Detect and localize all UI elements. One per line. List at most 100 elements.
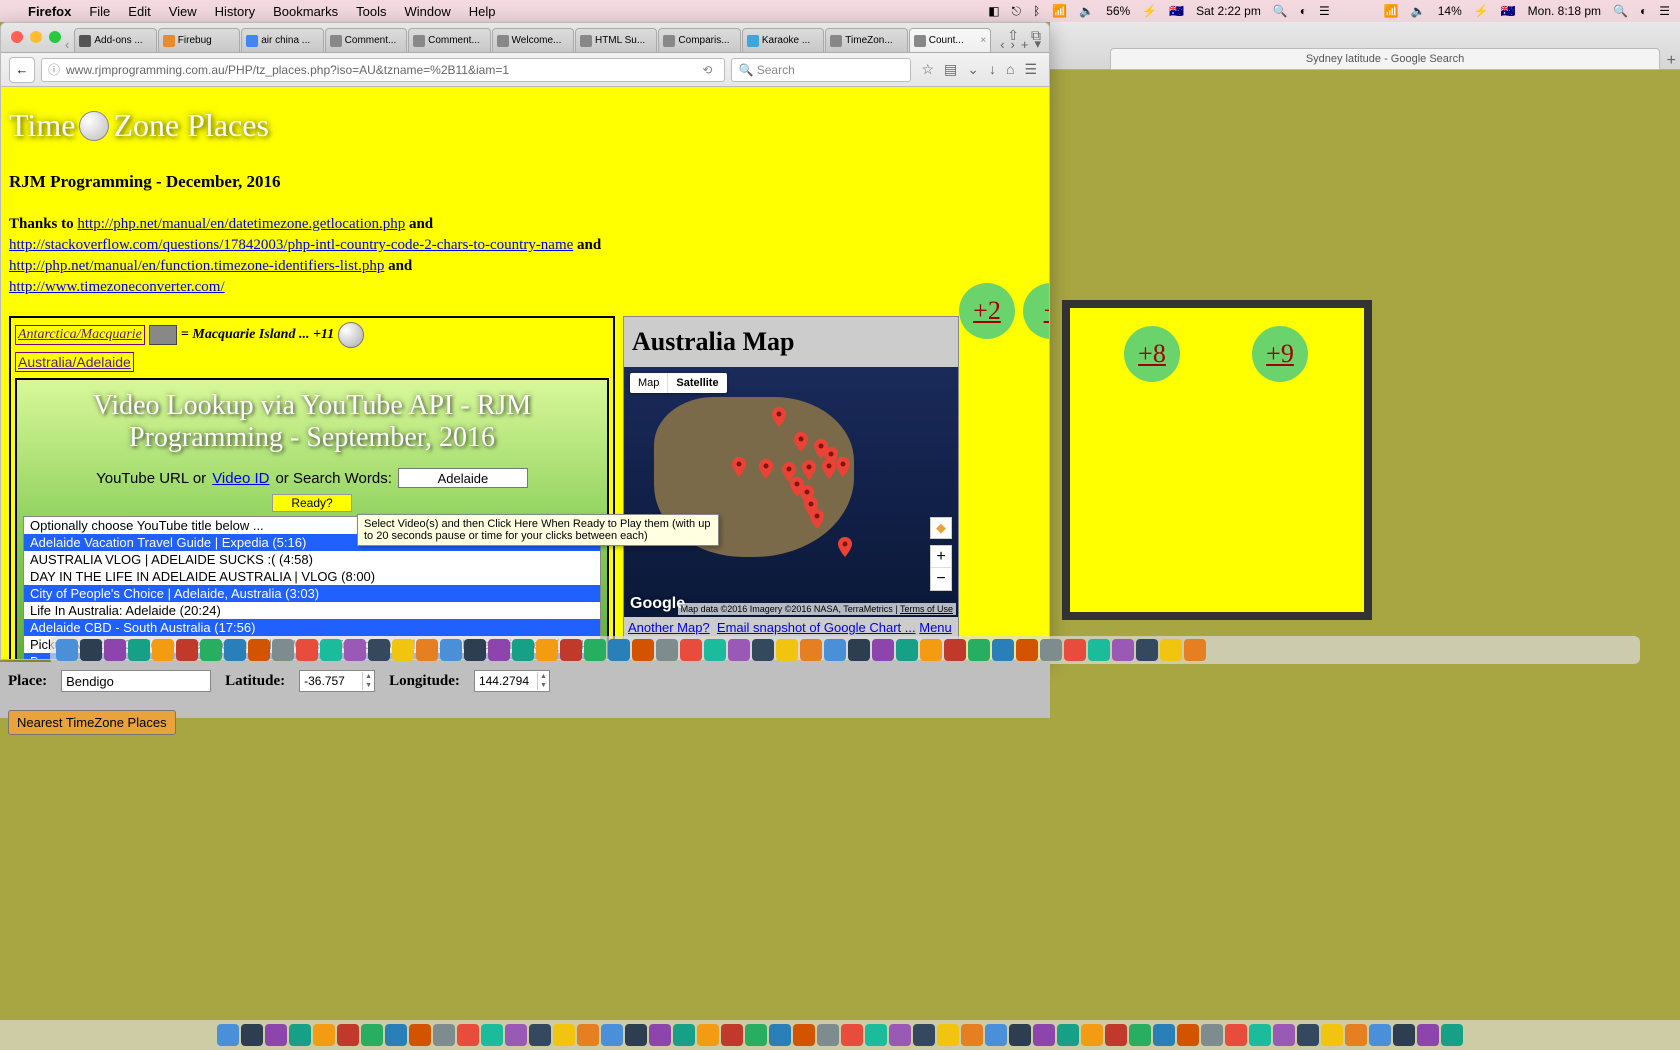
dock-app-icon[interactable] [241,1024,263,1046]
dock-app-icon[interactable] [560,639,582,661]
dock-app-icon[interactable] [1088,639,1110,661]
dock-app-icon[interactable] [937,1024,959,1046]
tz-bubble-plus8[interactable]: +8 [1124,326,1180,382]
dock-app-icon[interactable] [512,639,534,661]
credit-link-3[interactable]: http://php.net/manual/en/function.timezo… [9,258,384,274]
dock-app-icon[interactable] [1160,639,1182,661]
video-search-input[interactable] [398,468,528,488]
dock-app-icon[interactable] [632,639,654,661]
map-pin-icon[interactable] [732,457,746,477]
dock-app-icon[interactable] [800,639,822,661]
browser-tab[interactable]: Comment... [325,28,407,52]
video-list-item[interactable]: DAY IN THE LIFE IN ADELAIDE AUSTRALIA | … [24,568,600,585]
dock-app-icon[interactable] [697,1024,719,1046]
back-button[interactable]: ← [9,57,35,83]
map-view[interactable]: Map Satellite ◆ + − Google Map data ©201… [624,367,958,617]
notif-icon[interactable]: ☰ [1659,4,1670,18]
dock-app-icon[interactable] [320,639,342,661]
macquarie-link[interactable]: Antarctica/Macquarie [15,325,145,345]
map-pin-icon[interactable] [759,459,773,479]
dock-app-icon[interactable] [481,1024,503,1046]
dock-app-icon[interactable] [601,1024,623,1046]
map-terms-link[interactable]: Terms of Use [900,604,953,614]
dock-app-icon[interactable] [1016,639,1038,661]
download-icon[interactable]: ↓ [989,61,996,78]
dock-app-icon[interactable] [1112,639,1134,661]
spotlight-icon[interactable]: 🔍 [1613,4,1628,18]
menubar-app[interactable]: Firefox [28,4,71,19]
menu-window[interactable]: Window [405,4,451,19]
dock-app-icon[interactable] [824,639,846,661]
video-list-item[interactable]: Adelaide CBD - South Australia (17:56) [24,619,600,636]
chrome-tab[interactable]: Sydney latitude - Google Search [1110,48,1660,70]
credit-link-1[interactable]: http://php.net/manual/en/datetimezone.ge… [77,216,405,232]
dock-app-icon[interactable] [769,1024,791,1046]
browser-tab[interactable]: Add-ons ... [74,28,156,52]
dock-app-icon[interactable] [224,639,246,661]
dock-app-icon[interactable] [368,639,390,661]
video-list-item[interactable]: City of People's Choice | Adelaide, Aust… [24,585,600,602]
fullscreen-icon[interactable]: ⧉ [1031,27,1041,44]
place-input[interactable] [61,670,211,692]
latitude-stepper[interactable]: ▲▼ [299,670,375,692]
pocket-icon[interactable]: ▤ [944,61,957,78]
dock-app-icon[interactable] [1033,1024,1055,1046]
menu-edit[interactable]: Edit [128,4,150,19]
dock-app-icon[interactable] [80,639,102,661]
dock-app-icon[interactable] [536,639,558,661]
menu-history[interactable]: History [215,4,255,19]
dock-app-icon[interactable] [680,639,702,661]
dock-app-icon[interactable] [920,639,942,661]
dock-upper[interactable] [50,636,1640,664]
dock-app-icon[interactable] [56,639,78,661]
menu-bookmarks[interactable]: Bookmarks [273,4,338,19]
dock-app-icon[interactable] [1273,1024,1295,1046]
dock-app-icon[interactable] [1297,1024,1319,1046]
camera-icon[interactable] [149,325,177,345]
dock-app-icon[interactable] [464,639,486,661]
menu-view[interactable]: View [169,4,197,19]
close-icon[interactable] [11,31,23,43]
credit-link-2[interactable]: http://stackoverflow.com/questions/17842… [9,237,573,253]
dock-app-icon[interactable] [865,1024,887,1046]
dock-app-icon[interactable] [944,639,966,661]
dock-app-icon[interactable] [361,1024,383,1046]
dock-app-icon[interactable] [656,639,678,661]
browser-tab[interactable]: TimeZon... [825,28,907,52]
dock-app-icon[interactable] [1105,1024,1127,1046]
dock-app-icon[interactable] [128,639,150,661]
dock-app-icon[interactable] [265,1024,287,1046]
dock-app-icon[interactable] [1393,1024,1415,1046]
address-field[interactable]: ⓘ www.rjmprogramming.com.au/PHP/tz_place… [41,58,725,82]
dock-app-icon[interactable] [1201,1024,1223,1046]
dock-app-icon[interactable] [553,1024,575,1046]
dock-app-icon[interactable] [289,1024,311,1046]
dock-app-icon[interactable] [1321,1024,1343,1046]
dock-app-icon[interactable] [457,1024,479,1046]
step-up-icon[interactable]: ▲ [540,672,547,681]
dock-app-icon[interactable] [313,1024,335,1046]
minimize-icon[interactable] [30,31,42,43]
map-pin-icon[interactable] [794,432,808,452]
dock-app-icon[interactable] [649,1024,671,1046]
dock-app-icon[interactable] [752,639,774,661]
dock-app-icon[interactable] [1040,639,1062,661]
tz-bubble-plus9[interactable]: +9 [1252,326,1308,382]
step-up-icon[interactable]: ▲ [365,672,372,681]
browser-tab[interactable]: Comment... [408,28,490,52]
dock-app-icon[interactable] [793,1024,815,1046]
bookmark-star-icon[interactable]: ☆ [921,61,934,78]
adelaide-link[interactable]: Australia/Adelaide [15,352,134,372]
dock-app-icon[interactable] [776,639,798,661]
dock-app-icon[interactable] [1081,1024,1103,1046]
tz-bubble-plus2[interactable]: +2 [959,283,1015,339]
share-icon[interactable]: ⇧ [1007,27,1019,44]
shield-icon[interactable]: ⌄ [967,61,979,78]
spotlight-icon[interactable]: 🔍 [1273,4,1288,18]
dock-app-icon[interactable] [704,639,726,661]
longitude-stepper[interactable]: ▲▼ [474,670,550,692]
dock-app-icon[interactable] [992,639,1014,661]
browser-tab[interactable]: Welcome... [492,28,574,52]
browser-tab[interactable]: Karaoke ... [742,28,824,52]
dock-app-icon[interactable] [817,1024,839,1046]
